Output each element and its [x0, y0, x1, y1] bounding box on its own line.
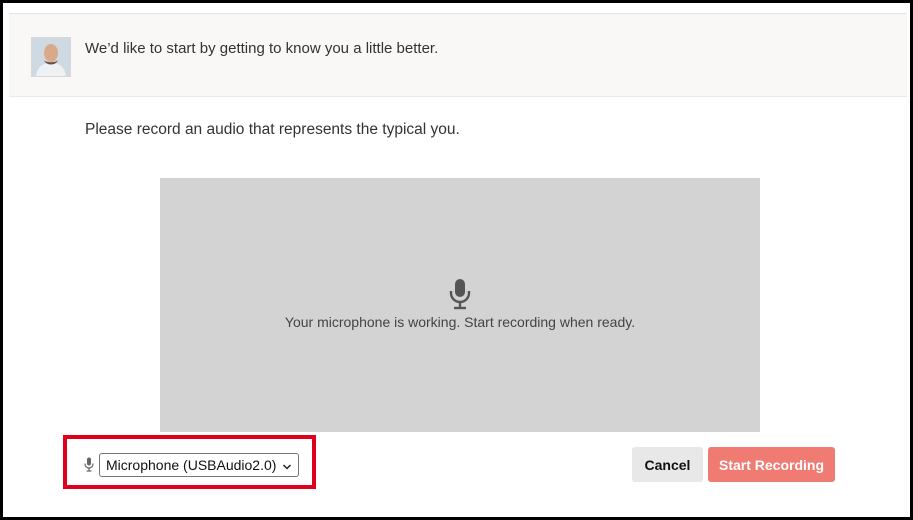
- start-recording-button[interactable]: Start Recording: [708, 447, 835, 482]
- avatar: [31, 37, 71, 77]
- dialog-header: We’d like to start by getting to know yo…: [9, 13, 907, 97]
- chevron-down-icon: [282, 459, 292, 475]
- audio-preview-area: Your microphone is working. Start record…: [160, 178, 760, 432]
- microphone-icon: [84, 457, 94, 477]
- microphone-select[interactable]: Microphone (USBAudio2.0): [99, 453, 299, 477]
- header-message: We’d like to start by getting to know yo…: [85, 40, 439, 57]
- cancel-button[interactable]: Cancel: [632, 447, 703, 482]
- microphone-select-value: Microphone (USBAudio2.0): [106, 457, 277, 473]
- recording-prompt: Please record an audio that represents t…: [85, 121, 460, 138]
- dialog-frame: We’d like to start by getting to know yo…: [0, 0, 913, 520]
- microphone-status: Your microphone is working. Start record…: [284, 314, 636, 330]
- microphone-icon: [448, 278, 472, 315]
